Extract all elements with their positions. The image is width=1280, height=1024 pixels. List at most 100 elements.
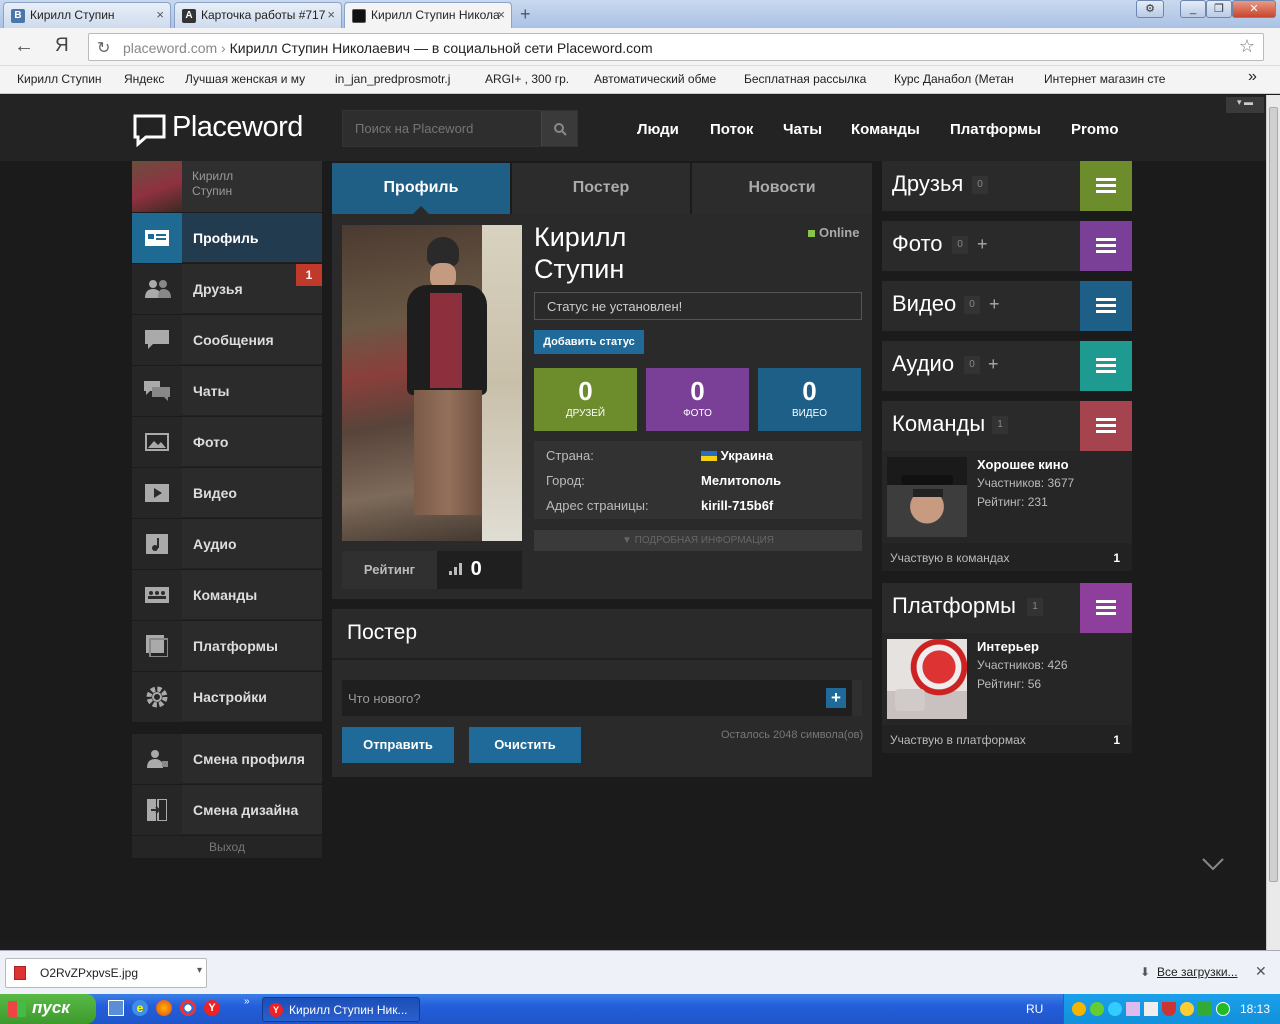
download-menu-icon[interactable]: ▾ xyxy=(197,965,202,976)
minimize-icon[interactable]: _ xyxy=(1180,0,1206,18)
close-download-bar-icon[interactable]: ✕ xyxy=(1255,963,1267,980)
close-tab-icon[interactable]: × xyxy=(327,7,335,22)
send-button[interactable]: Отправить xyxy=(342,727,454,763)
close-window-icon[interactable]: ✕ xyxy=(1232,0,1276,18)
back-arrow-icon[interactable]: ← xyxy=(14,35,34,58)
sidebar-item-teams[interactable]: Команды xyxy=(132,570,322,620)
platforms-footer[interactable]: Участвую в платформах 1 xyxy=(882,725,1132,753)
attach-plus-icon[interactable]: + xyxy=(826,688,846,708)
chevron-down-icon[interactable] xyxy=(1201,857,1225,871)
start-button[interactable]: пуск xyxy=(0,994,96,1024)
more-info-toggle[interactable]: ▼ ПОДРОБНАЯ ИНФОРМАЦИЯ xyxy=(534,530,862,551)
sidebar-item-settings[interactable]: Настройки xyxy=(132,672,322,722)
info-address-value[interactable]: kirill-715b6f xyxy=(701,498,773,513)
yandex-browser-icon[interactable]: Y xyxy=(204,1000,220,1016)
widget-menu-button[interactable] xyxy=(1080,161,1132,211)
download-item[interactable]: O2RvZPxpvsE.jpg ▾ xyxy=(5,958,207,988)
clock[interactable]: 18:13 xyxy=(1240,1002,1270,1016)
new-tab-icon[interactable]: + xyxy=(520,4,531,25)
firefox-icon[interactable] xyxy=(156,1000,172,1016)
nav-stream[interactable]: Поток xyxy=(710,121,753,138)
stat-videos[interactable]: 0 ВИДЕО xyxy=(758,368,861,431)
site-search-input[interactable] xyxy=(343,111,541,146)
widget-photos[interactable]: Фото 0 + xyxy=(882,221,1132,271)
platform-card[interactable]: Интерьер Участников: 426 Рейтинг: 56 xyxy=(882,633,1132,725)
bookmark-item[interactable]: Интернет магазин сте xyxy=(1044,72,1176,86)
tray-app-icon[interactable] xyxy=(1108,1002,1122,1016)
widget-menu-button[interactable] xyxy=(1080,281,1132,331)
show-desktop-icon[interactable] xyxy=(108,1000,124,1016)
bookmark-item[interactable]: Автоматический обме xyxy=(594,72,726,86)
reload-icon[interactable]: ↻ xyxy=(97,38,110,58)
sidebar-item-chats[interactable]: Чаты xyxy=(132,366,322,416)
nav-people[interactable]: Люди xyxy=(637,121,679,138)
profile-photo[interactable] xyxy=(342,225,522,541)
settings-icon[interactable]: ⚙ xyxy=(1136,0,1164,18)
bookmark-item[interactable]: in_jan_predprosmotr.j xyxy=(335,72,467,86)
tray-app-icon[interactable] xyxy=(1090,1002,1104,1016)
page-scrollbar[interactable] xyxy=(1266,95,1280,950)
status-box[interactable]: Статус не установлен! xyxy=(534,292,862,320)
platform-name[interactable]: Интерьер xyxy=(977,639,1039,654)
close-tab-icon[interactable]: × xyxy=(156,7,164,22)
bookmark-item[interactable]: Курс Данабол (Метан xyxy=(894,72,1026,86)
browser-tab[interactable]: В Кирилл Ступин × xyxy=(3,2,171,28)
tray-app-icon[interactable] xyxy=(1072,1002,1086,1016)
stat-friends[interactable]: 0 ДРУЗЕЙ xyxy=(534,368,637,431)
search-button[interactable] xyxy=(541,111,577,146)
browser-tab[interactable]: A Карточка работы #717 × xyxy=(174,2,342,28)
sidebar-item-platforms[interactable]: Платформы xyxy=(132,621,322,671)
team-card[interactable]: Хорошее кино Участников: 3677 Рейтинг: 2… xyxy=(882,451,1132,543)
widget-menu-button[interactable] xyxy=(1080,221,1132,271)
tab-news[interactable]: Новости xyxy=(692,163,872,214)
widget-platforms[interactable]: Платформы 1 xyxy=(882,583,1132,633)
browser-tab-active[interactable]: Кирилл Ступин Никола × xyxy=(344,2,512,29)
tray-app-icon[interactable] xyxy=(1180,1002,1194,1016)
widget-friends[interactable]: Друзья 0 xyxy=(882,161,1132,211)
more-bookmarks-icon[interactable]: » xyxy=(1248,68,1257,86)
widget-menu-button[interactable] xyxy=(1080,401,1132,451)
stat-photos[interactable]: 0 ФОТО xyxy=(646,368,749,431)
poster-input[interactable]: Что нового? + xyxy=(342,680,862,716)
nav-platforms[interactable]: Платформы xyxy=(950,121,1041,138)
sidebar-item-switch-profile[interactable]: Смена профиля xyxy=(132,734,322,784)
tray-app-icon[interactable] xyxy=(1198,1002,1212,1016)
star-bookmark-icon[interactable]: ☆ xyxy=(1239,36,1255,57)
logout-link[interactable]: Выход xyxy=(132,836,322,858)
sidebar-item-friends[interactable]: Друзья 1 xyxy=(132,264,322,314)
address-bar[interactable]: ↻ placeword.com › Кирилл Ступин Николаев… xyxy=(88,33,1264,61)
bookmark-item[interactable]: Кирилл Ступин xyxy=(17,72,112,86)
widget-menu-button[interactable] xyxy=(1080,341,1132,391)
add-photo-icon[interactable]: + xyxy=(977,234,988,255)
expand-quicklaunch-icon[interactable]: » xyxy=(244,996,250,1007)
bookmark-item[interactable]: Лучшая женская и му xyxy=(185,72,317,86)
sidebar-item-messages[interactable]: Сообщения xyxy=(132,315,322,365)
yandex-icon[interactable]: Я xyxy=(55,35,69,57)
teams-footer[interactable]: Участвую в командах 1 xyxy=(882,543,1132,571)
nav-promo[interactable]: Promo xyxy=(1071,121,1119,138)
site-logo[interactable]: Placeword xyxy=(132,111,303,147)
sidebar-item-photos[interactable]: Фото xyxy=(132,417,322,467)
bookmark-item[interactable]: ARGI+ , 300 гр. xyxy=(485,72,577,86)
taskbar-window-button[interactable]: Y Кирилл Ступин Ник... xyxy=(262,997,420,1022)
restore-icon[interactable]: ❐ xyxy=(1206,0,1232,18)
widget-menu-button[interactable] xyxy=(1080,583,1132,633)
sidebar-user-card[interactable]: Кирилл Ступин xyxy=(132,161,322,212)
add-video-icon[interactable]: + xyxy=(989,294,1000,315)
bookmark-item[interactable]: Яндекс xyxy=(124,72,176,86)
all-downloads-link[interactable]: Все загрузки... xyxy=(1157,965,1238,979)
team-name[interactable]: Хорошее кино xyxy=(977,457,1069,472)
sidebar-item-switch-design[interactable]: Смена дизайна xyxy=(132,785,322,835)
panel-toggle-icon[interactable]: ▾ ▬ xyxy=(1226,97,1264,113)
tab-poster[interactable]: Постер xyxy=(512,163,690,214)
clear-button[interactable]: Очистить xyxy=(469,727,581,763)
chrome-icon[interactable] xyxy=(180,1000,196,1016)
nav-chats[interactable]: Чаты xyxy=(783,121,822,138)
shield-icon[interactable] xyxy=(1162,1002,1176,1016)
sidebar-item-video[interactable]: Видео xyxy=(132,468,322,518)
language-indicator[interactable]: RU xyxy=(1026,1002,1043,1016)
nav-teams[interactable]: Команды xyxy=(851,121,920,138)
sidebar-item-audio[interactable]: Аудио xyxy=(132,519,322,569)
widget-audio[interactable]: Аудио 0 + xyxy=(882,341,1132,391)
network-icon[interactable] xyxy=(1144,1002,1158,1016)
